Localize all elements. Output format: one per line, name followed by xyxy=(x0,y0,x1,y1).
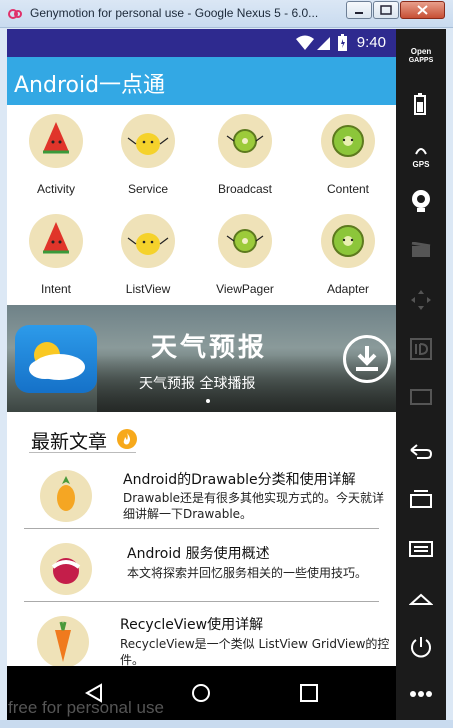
home-icon[interactable] xyxy=(191,683,211,703)
watermelon-icon xyxy=(29,114,83,168)
grid-item-label: Service xyxy=(127,182,168,196)
window-bottom-border xyxy=(0,720,453,728)
menu-icon[interactable] xyxy=(409,541,433,557)
lemon-icon xyxy=(121,114,175,168)
grid-item-broadcast[interactable]: Broadcast xyxy=(199,105,291,201)
grid-item-adapter[interactable]: Adapter xyxy=(302,205,394,301)
maximize-icon xyxy=(380,5,392,15)
recents-icon[interactable] xyxy=(300,684,318,702)
banner-title: 天气预报 xyxy=(151,333,268,363)
grid-item-label: Adapter xyxy=(326,282,370,296)
open-gapps-label-2: GAPPS xyxy=(408,57,434,64)
gps-button[interactable]: GPS xyxy=(396,141,446,169)
lemon-icon xyxy=(121,214,175,268)
article-item[interactable]: Android的Drawable分类和使用详解 Drawable还是有很多其他实… xyxy=(7,462,396,536)
article-item[interactable]: Android 服务使用概述 本文将探索并回忆服务相关的一些使用技巧。 xyxy=(7,535,396,609)
article-divider xyxy=(24,601,379,602)
open-gapps-label-1: Open xyxy=(410,47,432,56)
section-title: 最新文章 xyxy=(31,431,108,453)
minimize-button[interactable] xyxy=(346,1,372,19)
close-icon xyxy=(417,5,428,15)
article-desc-line2: 件。 xyxy=(120,653,145,666)
battery-icon[interactable] xyxy=(413,93,427,115)
grid-item-label: ViewPager xyxy=(216,282,274,296)
phone-screen: 9:40 Android一点通 Activity Service Broadca… xyxy=(7,29,396,666)
article-title: Android 服务使用概述 xyxy=(127,546,270,562)
grid-item-label: ListView xyxy=(125,282,171,296)
genymotion-app-icon xyxy=(8,9,22,19)
back-button-icon[interactable] xyxy=(409,442,433,460)
weather-banner[interactable]: 天气预报 天气预报 全球播报 xyxy=(7,305,396,412)
grid-item-label: Content xyxy=(326,182,370,196)
article-item[interactable]: RecycleView使用详解 RecycleView是一个类似 ListVie… xyxy=(7,608,396,666)
category-grid: Activity Service Broadcast Content Inten… xyxy=(7,105,396,305)
gps-icon xyxy=(415,148,427,155)
status-time: 9:40 xyxy=(356,34,386,51)
carrot-icon xyxy=(37,616,89,666)
maximize-button[interactable] xyxy=(373,1,399,19)
gps-label: GPS xyxy=(412,160,430,169)
status-bar: 9:40 xyxy=(7,29,396,57)
article-desc-line1: RecycleView是一个类似 ListView GridView的控 xyxy=(120,637,390,651)
media-icon xyxy=(411,242,431,257)
window-title: Genymotion for personal use - Google Nex… xyxy=(30,6,319,20)
article-divider xyxy=(24,528,379,529)
grid-item-service[interactable]: Service xyxy=(102,105,194,201)
pineapple-icon xyxy=(40,470,92,522)
app-title: Android一点通 xyxy=(14,73,166,98)
power-icon[interactable] xyxy=(409,635,433,659)
home-button-icon[interactable] xyxy=(409,592,433,606)
pixel-icon xyxy=(410,389,432,405)
grid-item-content[interactable]: Content xyxy=(302,105,394,201)
watermelon-icon xyxy=(29,214,83,268)
article-title: RecycleView使用详解 xyxy=(120,617,264,633)
close-button[interactable] xyxy=(400,1,445,19)
article-title: Android的Drawable分类和使用详解 xyxy=(123,472,356,488)
dpad-icon xyxy=(411,290,431,310)
article-desc-line1: 本文将探索并回忆服务相关的一些使用技巧。 xyxy=(127,566,368,580)
genymotion-sidebar: Open GAPPS GPS xyxy=(396,29,446,720)
open-gapps-button[interactable]: Open GAPPS xyxy=(396,47,446,65)
grid-item-label: Broadcast xyxy=(217,182,273,196)
device-id-icon xyxy=(410,338,432,360)
window-titlebar: Genymotion for personal use - Google Nex… xyxy=(0,0,453,28)
grid-item-label: Activity xyxy=(36,182,75,196)
lychee-icon xyxy=(40,543,92,595)
kiwi-icon xyxy=(218,214,272,268)
minimize-icon xyxy=(355,12,363,14)
weather-icon xyxy=(15,325,97,393)
webcam-icon[interactable] xyxy=(409,189,433,213)
fire-icon xyxy=(117,429,137,449)
kiwi-slice-icon xyxy=(321,214,375,268)
kiwi-slice-icon xyxy=(321,114,375,168)
more-options-icon[interactable] xyxy=(409,690,433,698)
app-bar: Android一点通 xyxy=(7,57,396,105)
wifi-icon xyxy=(296,35,314,50)
grid-item-activity[interactable]: Activity xyxy=(10,105,102,201)
watermark-text: free for personal use xyxy=(8,698,164,717)
article-desc-line2: 细讲解一下Drawable。 xyxy=(123,507,253,521)
grid-item-label: Intent xyxy=(40,282,72,296)
grid-item-intent[interactable]: Intent xyxy=(10,205,102,301)
grid-item-viewpager[interactable]: ViewPager xyxy=(199,205,291,301)
cell-signal-icon xyxy=(317,37,330,50)
banner-page-indicator xyxy=(206,399,210,403)
recent-apps-icon[interactable] xyxy=(409,488,433,508)
section-underline xyxy=(29,452,136,453)
battery-icon xyxy=(338,34,347,51)
article-desc-line1: Drawable还是有很多其他实现方式的。今天就详 xyxy=(123,491,385,505)
download-icon[interactable] xyxy=(343,335,391,383)
banner-subtitle: 天气预报 全球播报 xyxy=(139,376,256,392)
kiwi-icon xyxy=(218,114,272,168)
grid-item-listview[interactable]: ListView xyxy=(102,205,194,301)
